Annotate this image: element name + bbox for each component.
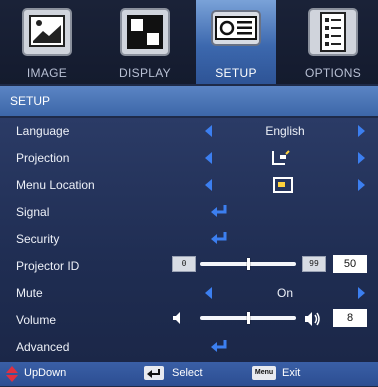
- tab-label: OPTIONS: [304, 66, 362, 80]
- menu-location-icon: [273, 177, 293, 198]
- section-header: SETUP: [0, 86, 378, 116]
- menu-row-security[interactable]: Security: [0, 226, 378, 253]
- tab-label: IMAGE: [26, 66, 68, 80]
- menu-label: Mute: [16, 286, 43, 300]
- menu-row-mute[interactable]: Mute On: [0, 280, 378, 307]
- tab-label: DISPLAY: [119, 66, 171, 80]
- enter-icon[interactable]: [210, 204, 228, 223]
- menu-label: Projector ID: [16, 259, 80, 273]
- right-arrow-icon[interactable]: [358, 179, 365, 191]
- projector-id-value: 50: [333, 255, 367, 273]
- options-checklist-icon: [307, 7, 359, 57]
- tab-setup[interactable]: SETUP: [196, 0, 276, 84]
- enter-key-icon: [144, 366, 164, 380]
- menu-label: Menu Location: [16, 178, 95, 192]
- setup-menu: Language English Projection Menu Locatio…: [0, 118, 378, 362]
- enter-icon[interactable]: [210, 231, 228, 250]
- speaker-high-icon: [304, 311, 322, 332]
- slider-knob[interactable]: [247, 312, 250, 324]
- left-arrow-icon[interactable]: [205, 152, 212, 164]
- menu-row-projection[interactable]: Projection: [0, 145, 378, 172]
- speaker-low-icon: [172, 311, 184, 330]
- menu-row-language[interactable]: Language English: [0, 118, 378, 145]
- menu-label: Advanced: [16, 340, 70, 354]
- mute-value: On: [276, 286, 293, 300]
- menu-label: Volume: [16, 313, 57, 327]
- right-arrow-icon[interactable]: [358, 152, 365, 164]
- updown-arrows-icon: [6, 366, 18, 387]
- left-arrow-icon[interactable]: [205, 287, 212, 299]
- menu-row-volume[interactable]: Volume 8: [0, 307, 378, 334]
- tab-options[interactable]: OPTIONS: [293, 0, 373, 84]
- right-arrow-icon[interactable]: [358, 125, 365, 137]
- left-arrow-icon[interactable]: [205, 179, 212, 191]
- menu-label: Projection: [16, 151, 70, 165]
- right-arrow-icon[interactable]: [358, 287, 365, 299]
- image-icon: [21, 7, 73, 57]
- projector-icon: [210, 7, 262, 57]
- menu-row-advanced[interactable]: Advanced: [0, 334, 378, 361]
- min-value-box: 0: [172, 256, 196, 272]
- volume-value: 8: [333, 309, 367, 327]
- tab-bar: IMAGE DISPLAY SETUP OPTIONS: [0, 0, 378, 84]
- menu-label: Security: [16, 232, 60, 246]
- enter-icon[interactable]: [210, 339, 228, 358]
- tab-image[interactable]: IMAGE: [7, 0, 87, 84]
- left-arrow-icon[interactable]: [205, 125, 212, 137]
- tab-display[interactable]: DISPLAY: [105, 0, 185, 84]
- menu-label: Signal: [16, 205, 50, 219]
- menu-row-projector-id[interactable]: Projector ID 0 99 50: [0, 253, 378, 280]
- updown-hint: UpDown: [24, 367, 67, 379]
- footer-hints: UpDown Select Menu Exit: [0, 362, 378, 386]
- display-icon: [119, 7, 171, 57]
- page-title: SETUP: [10, 94, 51, 108]
- menu-key-icon: Menu: [252, 366, 276, 380]
- tab-label: SETUP: [215, 66, 257, 80]
- projection-mode-icon: [271, 149, 291, 172]
- language-value: English: [265, 124, 305, 138]
- select-hint: Select: [172, 367, 203, 379]
- menu-row-signal[interactable]: Signal: [0, 199, 378, 226]
- exit-hint: Exit: [282, 367, 301, 379]
- menu-row-menu-location[interactable]: Menu Location: [0, 172, 378, 199]
- menu-label: Language: [16, 124, 70, 138]
- max-value-box: 99: [302, 256, 326, 272]
- slider-knob[interactable]: [247, 258, 250, 270]
